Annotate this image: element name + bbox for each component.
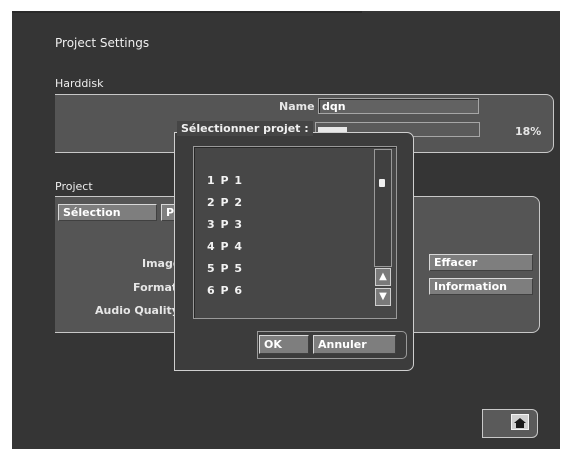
project-label: Project — [55, 180, 93, 193]
project-list: 1 P 1 2 P 2 3 P 3 4 P 4 5 P 5 6 P 6 ▲ ▼ — [193, 146, 397, 319]
home-button-face[interactable] — [511, 414, 529, 430]
select-project-dialog: Sélectionner projet : 1 P 1 2 P 2 3 P 3 … — [174, 121, 414, 371]
name-field[interactable]: dqn — [318, 98, 479, 114]
scroll-up-button[interactable]: ▲ — [375, 268, 391, 286]
settings-screen: Project Settings Harddisk Name dqn 18% P… — [12, 11, 560, 449]
list-item[interactable]: 3 P 3 — [207, 218, 243, 231]
list-item[interactable]: 1 P 1 — [207, 174, 243, 187]
list-item[interactable]: 2 P 2 — [207, 196, 243, 209]
harddisk-label: Harddisk — [55, 77, 104, 90]
list-item[interactable]: 4 P 4 — [207, 240, 243, 253]
scrollbar-track[interactable] — [374, 149, 392, 267]
chevron-up-icon: ▲ — [379, 271, 387, 282]
page-title: Project Settings — [55, 36, 150, 50]
format-label: Format — [133, 281, 178, 294]
audio-quality-label: Audio Quality — [95, 304, 179, 317]
list-item[interactable]: 5 P 5 — [207, 262, 243, 275]
ok-button[interactable]: OK — [259, 335, 309, 354]
home-icon — [514, 418, 526, 428]
chevron-down-icon: ▼ — [379, 291, 387, 302]
scroll-down-button[interactable]: ▼ — [375, 288, 391, 306]
tab-selection[interactable]: Sélection — [58, 204, 157, 221]
name-label: Name — [279, 100, 315, 113]
list-item[interactable]: 6 P 6 — [207, 284, 243, 297]
cancel-button[interactable]: Annuler — [313, 335, 396, 354]
scrollbar-thumb[interactable] — [379, 179, 385, 187]
disk-usage-percent: 18% — [515, 125, 542, 138]
dialog-button-group: OK Annuler — [257, 331, 407, 359]
dialog-title: Sélectionner projet : — [177, 121, 313, 136]
home-button[interactable] — [482, 409, 538, 438]
information-button[interactable]: Information — [429, 278, 533, 295]
delete-button[interactable]: Effacer — [429, 254, 533, 271]
